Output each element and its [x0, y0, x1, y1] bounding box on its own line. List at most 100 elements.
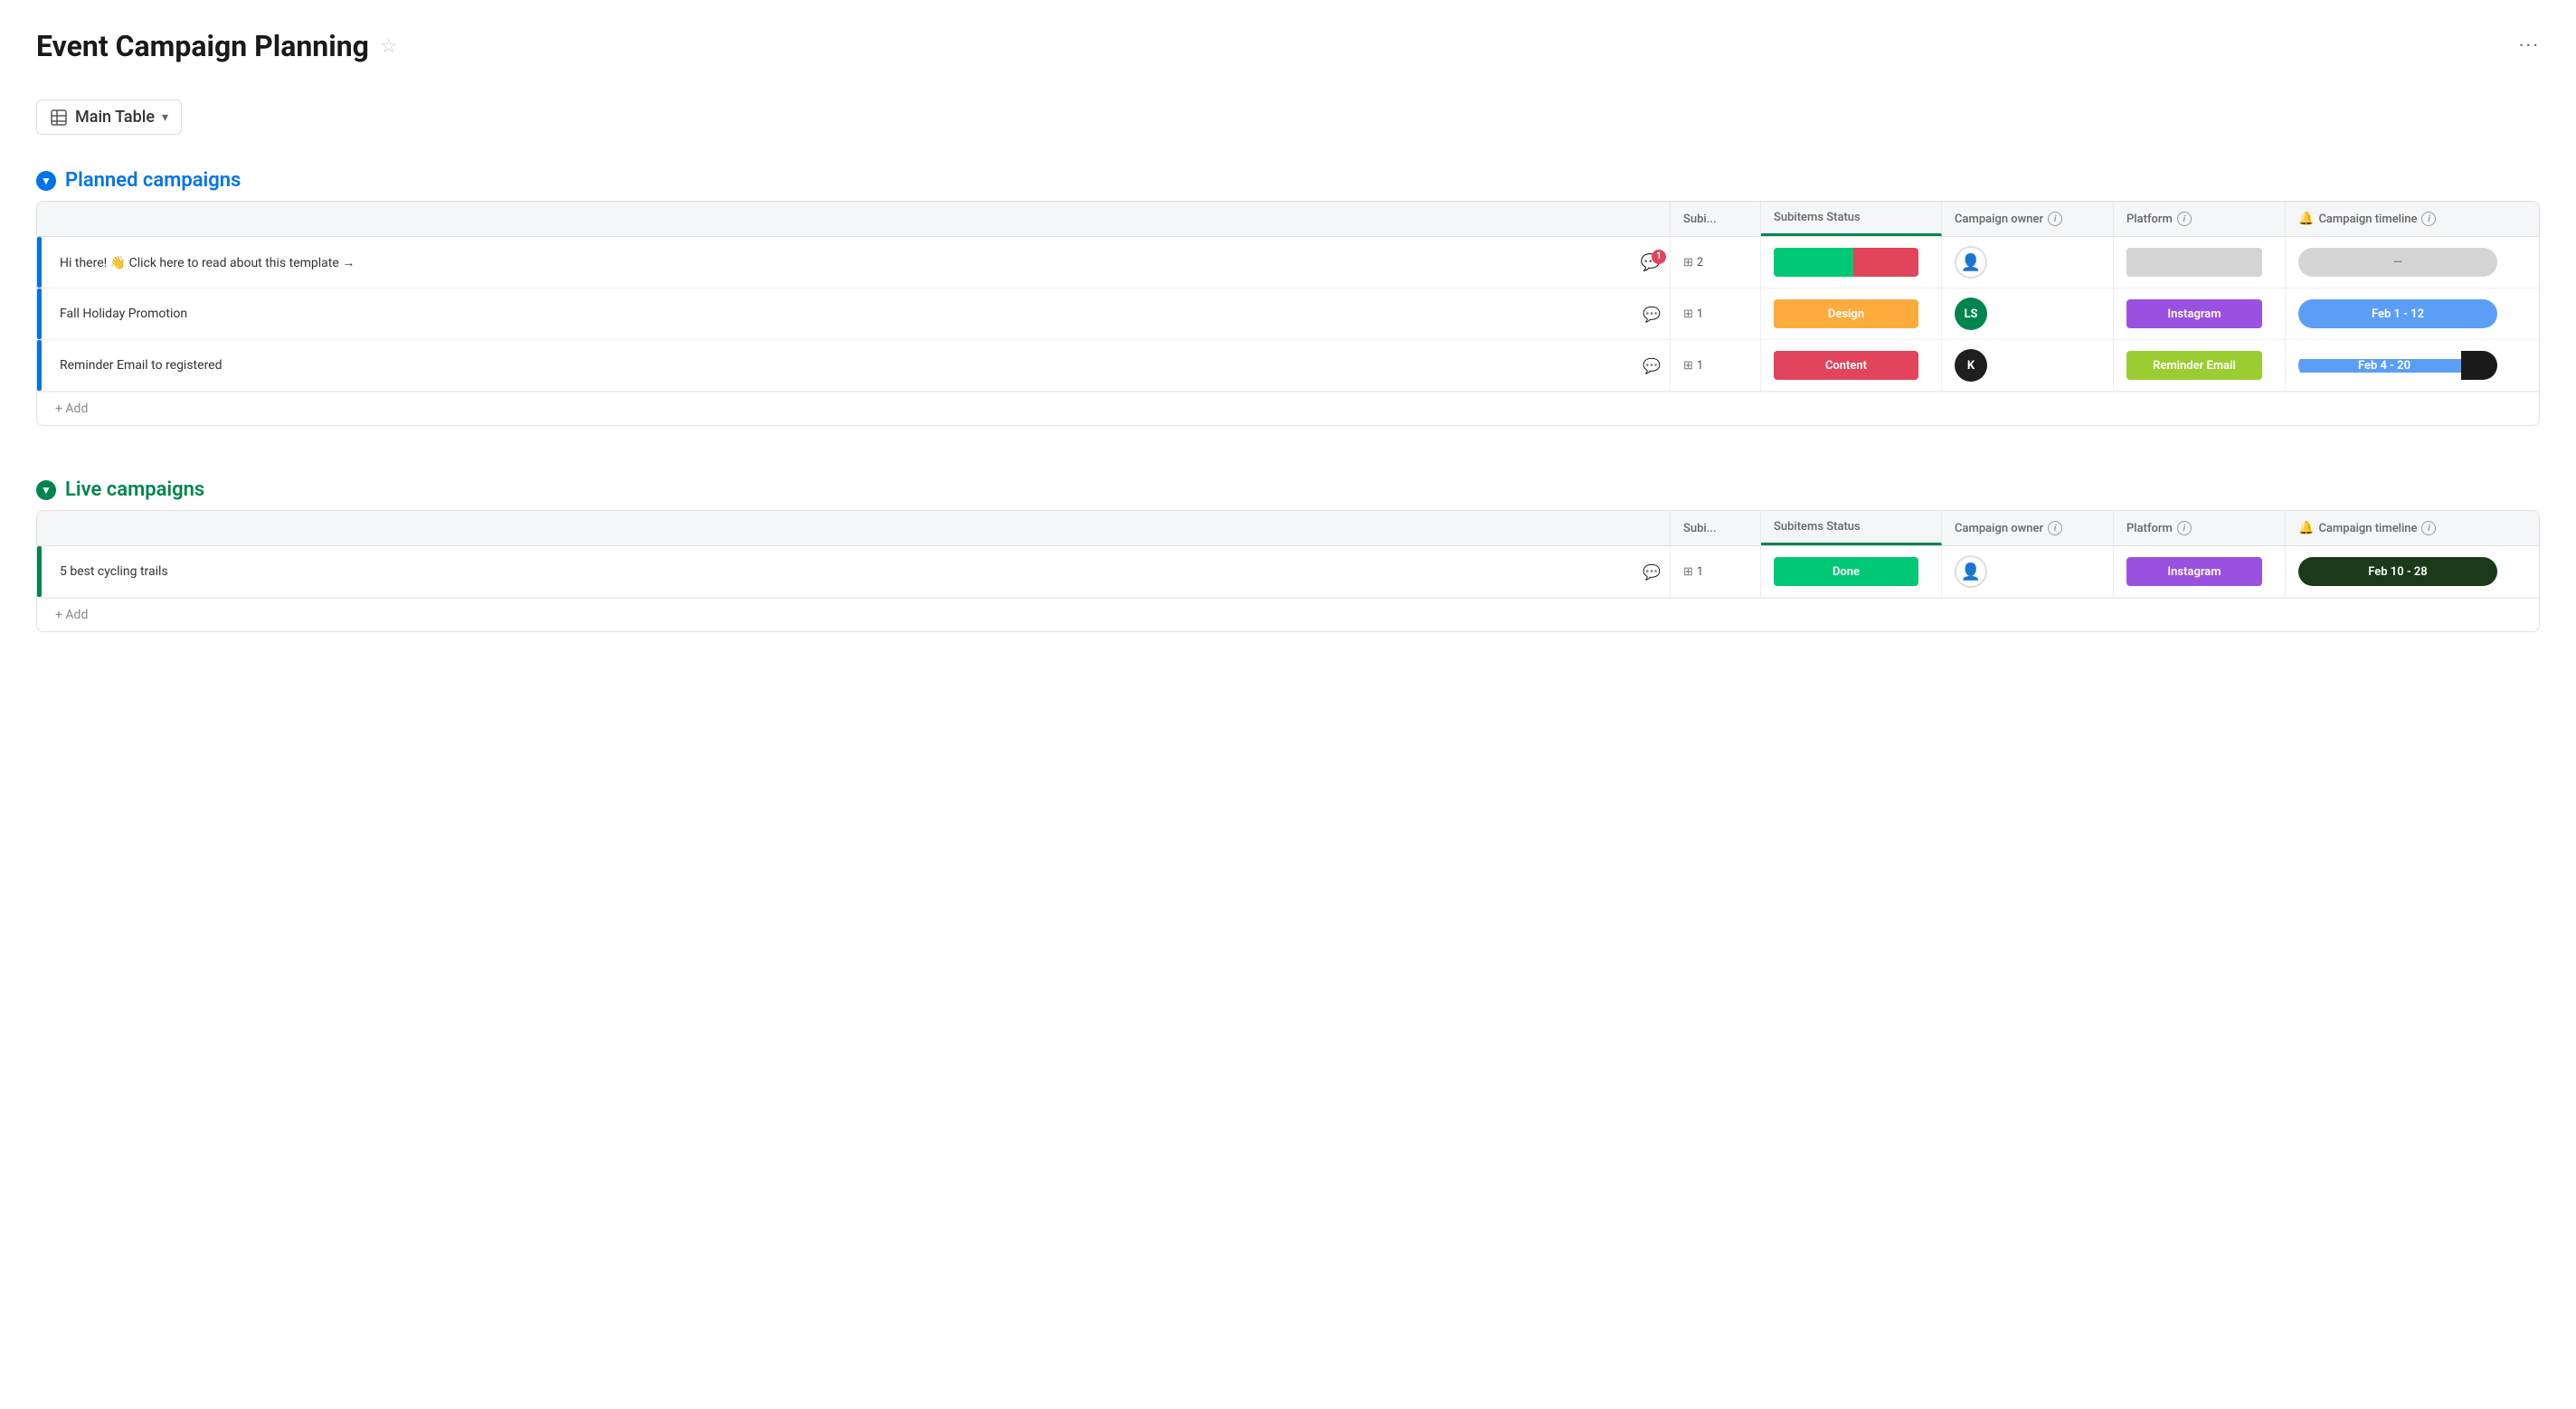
info-icon[interactable]: i [2177, 212, 2192, 226]
page-title-area: Event Campaign Planning ☆ [36, 29, 398, 63]
campaign-owner-cell[interactable]: K [1942, 340, 2114, 391]
th-campaign-timeline: 🔔Campaign timelinei [2286, 511, 2539, 545]
subitems-count-cell: ⊞2 [1671, 237, 1761, 288]
group-collapse-button[interactable]: ▼ [36, 480, 56, 500]
info-icon[interactable]: i [2421, 521, 2436, 535]
platform-cell[interactable]: Instagram [2114, 546, 2286, 597]
group-header-planned: ▼ Planned campaigns [36, 160, 2540, 201]
status-segment [1853, 248, 1918, 277]
comment-icon[interactable]: 💬 [1643, 563, 1661, 581]
chevron-down-icon: ▾ [162, 110, 168, 125]
table-row: 5 best cycling trails 💬 ⊞ 1 Done 👤 Instagram Fe… [37, 546, 2539, 598]
th-campaign-owner: Campaign owneri [1942, 511, 2114, 545]
platform-badge: Instagram [2126, 299, 2262, 328]
table-row: Hi there! 👋 Click here to read about thi… [37, 237, 2539, 288]
group-section-live: ▼ Live campaigns Subi...Subitems StatusCam… [36, 469, 2540, 632]
subitems-count: 1 [1697, 359, 1703, 373]
th-name [37, 202, 1671, 236]
timeline-cell[interactable]: Feb 1 - 12 [2286, 288, 2539, 339]
row-name-cell: Reminder Email to registered 💬 [37, 340, 1671, 391]
table-row: Fall Holiday Promotion💬⊞1DesignLSInstagr… [37, 288, 2539, 340]
view-selector[interactable]: Main Table ▾ [36, 99, 182, 135]
row-accent [37, 237, 42, 288]
page-header: Event Campaign Planning ☆ ··· [36, 29, 2540, 63]
group-collapse-button[interactable]: ▼ [36, 171, 56, 191]
info-icon[interactable]: i [2421, 212, 2436, 226]
subitems-icon: ⊞ [1683, 307, 1693, 321]
view-label: Main Table [75, 108, 155, 127]
row-name-text[interactable]: 5 best cycling trails [51, 555, 1628, 588]
status-segment [1774, 248, 1853, 277]
info-icon[interactable]: i [2177, 521, 2192, 535]
timeline-cell[interactable]: Feb 4 - 20 [2286, 340, 2539, 391]
table-header-row: Subi...Subitems StatusCampaign owneriPla… [37, 202, 2539, 237]
comment-icon[interactable]: 💬1 [1641, 253, 1661, 272]
timeline-bar-blue: Feb 1 - 12 [2298, 299, 2497, 328]
comment-icon[interactable]: 💬 [1643, 306, 1661, 323]
timeline-bar-split: Feb 4 - 20 [2298, 351, 2497, 380]
th-campaign-owner: Campaign owneri [1942, 202, 2114, 236]
subitems-status-cell[interactable]: Content [1761, 340, 1942, 391]
group-header-live: ▼ Live campaigns [36, 469, 2540, 510]
subitems-status-cell[interactable] [1761, 237, 1942, 288]
avatar: K [1955, 349, 1987, 382]
subitems-status-cell[interactable]: Done [1761, 546, 1942, 597]
subitems-icon: ⊞ [1683, 359, 1693, 373]
subitems-count-cell: ⊞1 [1671, 288, 1761, 339]
campaign-owner-cell[interactable]: 👤 [1942, 237, 2114, 288]
timeline-cell[interactable]: — [2286, 237, 2539, 288]
timeline-bar-gray: — [2298, 248, 2497, 277]
th-subitems: Subi... [1671, 202, 1761, 236]
group-title-planned: Planned campaigns [65, 169, 241, 192]
page-title: Event Campaign Planning [36, 29, 369, 63]
timeline-cell[interactable]: Feb 10 - 28 [2286, 546, 2539, 597]
group-title-live: Live campaigns [65, 478, 204, 501]
more-options-icon[interactable]: ··· [2519, 35, 2540, 58]
info-icon[interactable]: i [2048, 212, 2062, 226]
row-name-cell: Fall Holiday Promotion 💬 [37, 288, 1671, 339]
subitems-count: 1 [1697, 307, 1703, 321]
th-name [37, 511, 1671, 545]
row-accent [37, 340, 42, 391]
platform-cell[interactable] [2114, 237, 2286, 288]
subitems-icon: ⊞ [1683, 565, 1693, 579]
subitems-count: 2 [1697, 256, 1703, 270]
campaign-owner-cell[interactable]: 👤 [1942, 546, 2114, 597]
platform-badge: Instagram [2126, 557, 2262, 586]
th-platform: Platformi [2114, 202, 2286, 236]
th-subitems: Subi... [1671, 511, 1761, 545]
row-name-text[interactable]: Fall Holiday Promotion [51, 298, 1628, 330]
table-row: Reminder Email to registered💬⊞1ContentKR… [37, 340, 2539, 392]
timeline-dark-part [2461, 351, 2497, 380]
platform-cell[interactable]: Instagram [2114, 288, 2286, 339]
row-name-cell: Hi there! 👋 Click here to read about thi… [37, 237, 1671, 288]
th-campaign-timeline: 🔔Campaign timelinei [2286, 202, 2539, 236]
add-row-button[interactable]: + Add [37, 392, 2539, 425]
timeline-blue-part: Feb 4 - 20 [2298, 359, 2461, 373]
subitems-count-cell: ⊞1 [1671, 340, 1761, 391]
platform-empty [2126, 248, 2262, 277]
th-platform: Platformi [2114, 511, 2286, 545]
info-icon[interactable]: i [2048, 521, 2062, 535]
row-name-text[interactable]: Hi there! 👋 Click here to read about thi… [51, 246, 1626, 279]
th-subitems-status: Subitems Status [1761, 511, 1942, 545]
avatar-placeholder: 👤 [1955, 246, 1987, 279]
row-name-text[interactable]: Reminder Email to registered [51, 349, 1628, 382]
table-icon [50, 109, 68, 127]
row-accent [37, 546, 42, 597]
comment-icon[interactable]: 💬 [1643, 357, 1661, 374]
star-icon[interactable]: ☆ [380, 35, 398, 58]
subitems-count: 1 [1697, 565, 1703, 579]
status-badge: Content [1774, 351, 1918, 380]
avatar-placeholder: 👤 [1955, 555, 1987, 588]
add-row-button[interactable]: + Add [37, 598, 2539, 631]
bell-icon: 🔔 [2298, 212, 2314, 226]
group-section-planned: ▼ Planned campaigns Subi...Subitems Status… [36, 160, 2540, 426]
avatar: LS [1955, 298, 1987, 330]
status-bar [1774, 248, 1918, 277]
campaign-owner-cell[interactable]: LS [1942, 288, 2114, 339]
subitems-status-cell[interactable]: Design [1761, 288, 1942, 339]
platform-cell[interactable]: Reminder Email [2114, 340, 2286, 391]
timeline-bar-dark: Feb 10 - 28 [2298, 557, 2497, 586]
groups-container: ▼Planned campaignsSubi...Subitems Status… [36, 160, 2540, 632]
